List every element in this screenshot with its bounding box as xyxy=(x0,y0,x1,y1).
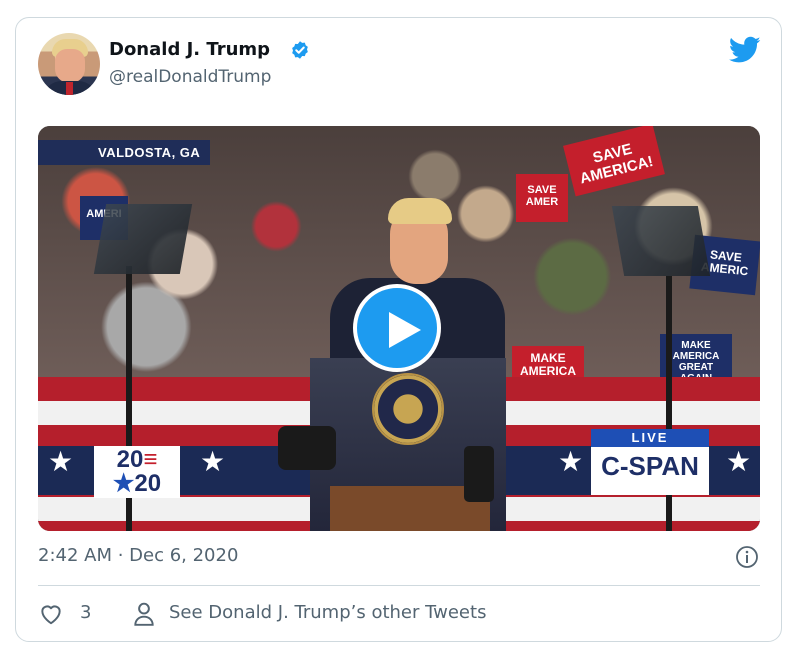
play-icon xyxy=(389,312,421,348)
see-other-tweets-link[interactable]: See Donald J. Trump’s other Tweets xyxy=(169,602,486,623)
location-label: VALDOSTA, GA xyxy=(38,140,211,165)
logo-2020-top: 20≡ xyxy=(116,446,158,473)
banner-star-icon: ★ xyxy=(48,445,74,478)
divider xyxy=(38,585,760,586)
avatar[interactable] xyxy=(38,33,100,95)
heart-icon[interactable] xyxy=(38,601,64,627)
teleprompter-right xyxy=(611,206,711,276)
network-label: C-SPAN xyxy=(601,451,699,481)
info-icon[interactable] xyxy=(735,545,759,569)
presidential-seal xyxy=(372,373,444,445)
tweet-timestamp[interactable]: 2:42 AM · Dec 6, 2020 xyxy=(38,545,238,566)
banner-star-icon: ★ xyxy=(558,445,584,478)
speaker-hair xyxy=(388,198,452,224)
teleprompter-left xyxy=(93,204,193,274)
logo-2020-bottom: ★20 xyxy=(112,470,162,497)
author-handle[interactable]: @realDonaldTrump xyxy=(109,67,271,87)
twitter-bird-icon[interactable] xyxy=(729,36,761,64)
avatar-tie xyxy=(66,82,73,95)
cspan-live-bug: LIVE C-SPAN xyxy=(591,429,709,495)
logo-flag-icon: ≡ xyxy=(143,446,158,473)
live-label: LIVE xyxy=(591,429,709,447)
banner-star-icon: ★ xyxy=(200,445,226,478)
author-name[interactable]: Donald J. Trump xyxy=(109,39,270,60)
election-2020-logo: 20≡ ★20 xyxy=(94,446,180,498)
banner-star-icon: ★ xyxy=(726,445,752,478)
play-button[interactable] xyxy=(353,284,441,372)
logo-star-icon: ★ xyxy=(112,470,135,497)
phone-in-crowd xyxy=(464,446,494,502)
sign-save-left: SAVE AMER xyxy=(516,174,568,222)
camera-in-crowd xyxy=(278,426,336,470)
avatar-face xyxy=(55,49,85,83)
like-count: 3 xyxy=(80,602,92,623)
tweet-card[interactable]: Donald J. Trump @realDonaldTrump SAVE AM… xyxy=(15,17,782,642)
verified-badge-icon xyxy=(292,41,308,59)
video-player[interactable]: SAVE AMERICA! SAVE AMER AMERI SAVE AMERI… xyxy=(38,126,760,531)
person-icon[interactable] xyxy=(133,601,155,627)
